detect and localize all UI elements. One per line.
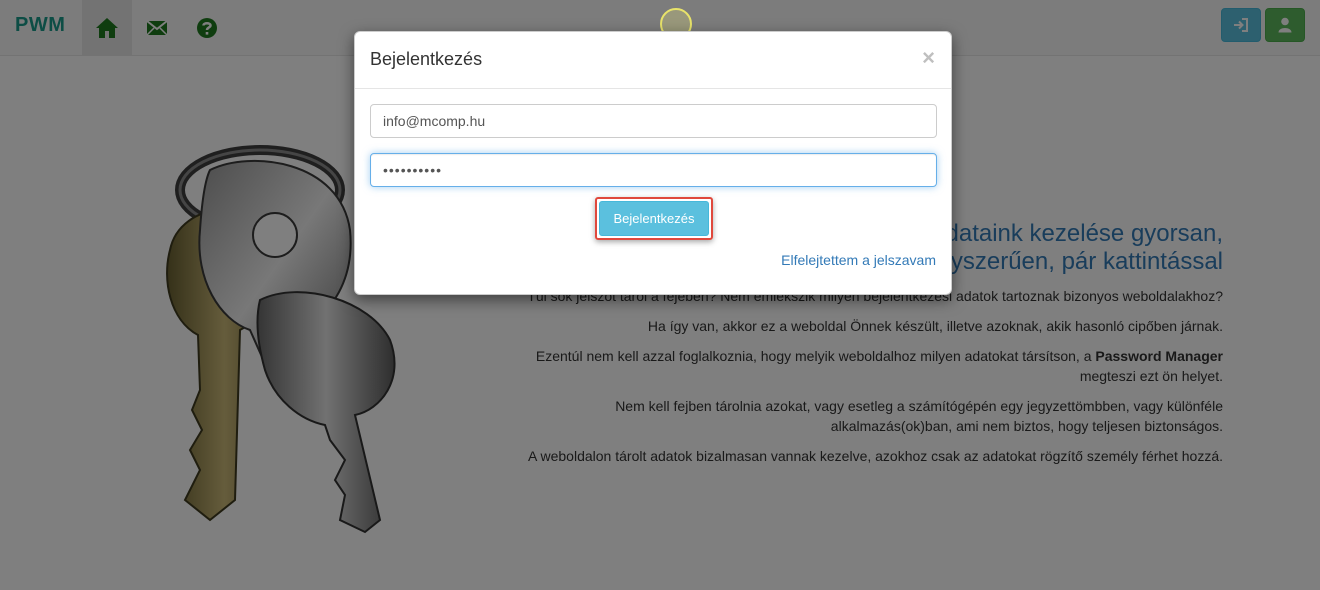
close-icon[interactable]: × xyxy=(922,45,935,71)
forgot-password-link[interactable]: Elfelejtettem a jelszavam xyxy=(781,252,936,268)
login-button[interactable]: Bejelentkezés xyxy=(599,201,709,236)
password-field[interactable] xyxy=(370,153,937,187)
email-field[interactable] xyxy=(370,104,937,138)
login-modal: Bejelentkezés × Bejelentkezés Elfelejtet… xyxy=(354,31,952,295)
modal-title: Bejelentkezés xyxy=(370,49,483,69)
modal-header: Bejelentkezés × xyxy=(355,32,951,89)
login-button-highlight: Bejelentkezés xyxy=(595,197,713,240)
